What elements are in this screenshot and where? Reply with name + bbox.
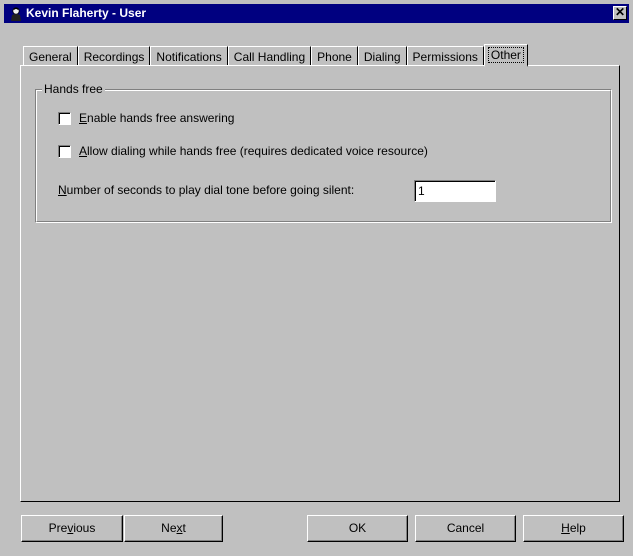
tab-dialing[interactable]: Dialing (357, 46, 407, 66)
dial-tone-seconds-row: Number of seconds to play dial tone befo… (58, 180, 518, 202)
user-properties-dialog: Kevin Flaherty - User ✕ General Recordin… (0, 0, 633, 556)
tab-recordings[interactable]: Recordings (77, 46, 151, 66)
enable-hands-free-answering-checkbox[interactable] (58, 111, 71, 125)
allow-dialing-hands-free-checkbox[interactable] (58, 144, 71, 158)
tab-strip: General Recordings Notifications Call Ha… (23, 44, 528, 67)
tab-general[interactable]: General (23, 46, 78, 66)
previous-button[interactable]: Previous (21, 515, 123, 542)
hands-free-group: Hands free Enable hands free answering A… (35, 82, 612, 223)
close-icon: ✕ (614, 5, 626, 19)
group-title: Hands free (42, 82, 105, 96)
allow-dialing-hands-free-option[interactable]: Allow dialing while hands free (requires… (58, 144, 428, 158)
user-icon (11, 7, 21, 21)
tab-panel-other: Hands free Enable hands free answering A… (20, 65, 620, 502)
cancel-button[interactable]: Cancel (415, 515, 516, 542)
close-button[interactable]: ✕ (613, 6, 627, 20)
help-button[interactable]: Help (523, 515, 624, 542)
enable-hands-free-answering-label: Enable hands free answering (79, 111, 235, 125)
enable-hands-free-answering-option[interactable]: Enable hands free answering (58, 111, 234, 125)
allow-dialing-hands-free-label: Allow dialing while hands free (requires… (79, 144, 428, 158)
dial-tone-seconds-input[interactable]: 1 (414, 180, 496, 202)
tab-permissions[interactable]: Permissions (406, 46, 484, 66)
tab-call-handling[interactable]: Call Handling (227, 46, 312, 66)
tab-phone[interactable]: Phone (311, 46, 358, 66)
tab-other[interactable]: Other (483, 44, 528, 67)
next-button[interactable]: Next (124, 515, 223, 542)
tab-notifications[interactable]: Notifications (150, 46, 228, 66)
window-title: Kevin Flaherty - User (26, 6, 147, 20)
title-bar[interactable]: Kevin Flaherty - User ✕ (4, 4, 629, 23)
ok-button[interactable]: OK (307, 515, 408, 542)
dial-tone-seconds-label: Number of seconds to play dial tone befo… (58, 183, 355, 197)
